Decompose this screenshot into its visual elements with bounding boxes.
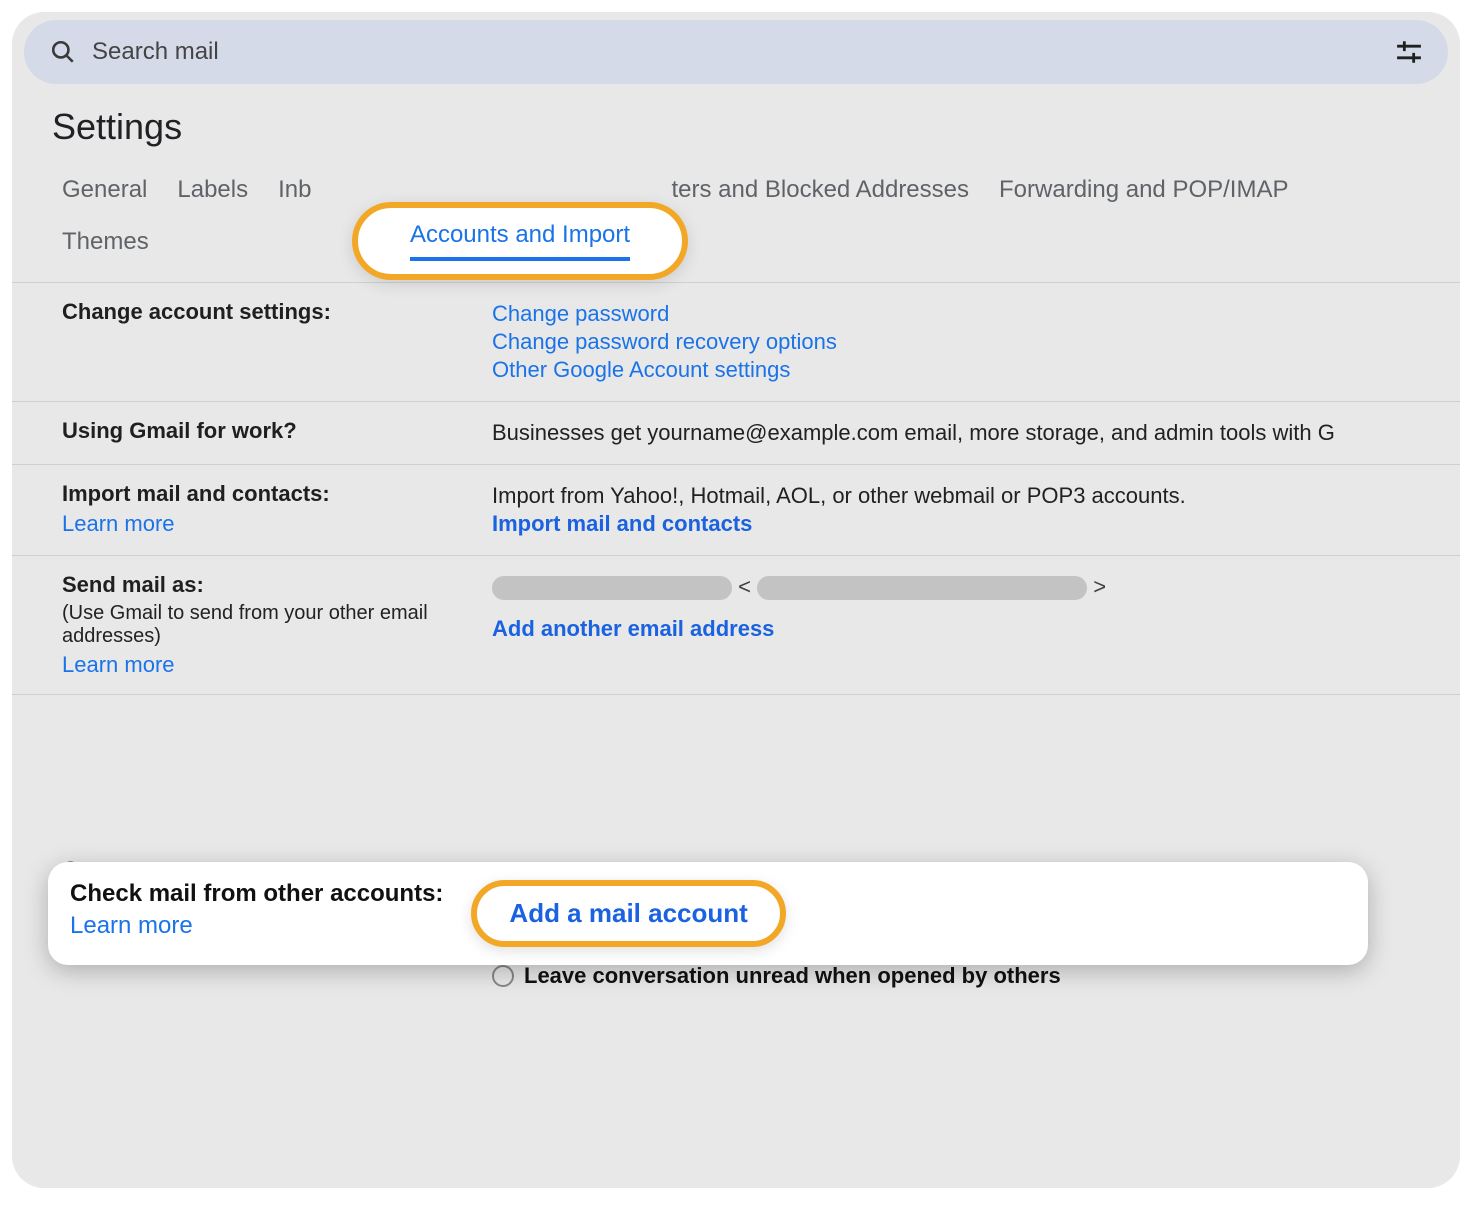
radio-leave-unread-label: Leave conversation unread when opened by…: [524, 963, 1061, 989]
tab-filters-partial[interactable]: ters and Blocked Addresses: [672, 176, 970, 204]
highlight-accounts-import: Accounts and Import: [352, 202, 688, 280]
section-send-as: Send mail as: (Use Gmail to send from yo…: [12, 556, 1460, 695]
tab-accounts-import[interactable]: Accounts and Import: [410, 221, 630, 261]
angle-open: <: [738, 574, 751, 599]
redacted-email: [757, 576, 1087, 600]
using-work-title: Using Gmail for work?: [62, 418, 492, 444]
search-icon: [48, 37, 78, 67]
section-import-mail: Import mail and contacts: Learn more Imp…: [12, 465, 1460, 556]
tab-labels[interactable]: Labels: [177, 176, 248, 204]
send-as-title: Send mail as:: [62, 572, 492, 598]
section-check-mail: Check mail from other accounts: Learn mo…: [48, 862, 1368, 965]
tab-accounts-import-spacer: [342, 176, 642, 204]
redacted-name: [492, 576, 732, 600]
check-mail-title: Check mail from other accounts:: [70, 880, 443, 908]
settings-tabs: General Labels Inb ters and Blocked Addr…: [12, 166, 1460, 283]
link-change-password[interactable]: Change password: [492, 301, 669, 326]
search-input[interactable]: [92, 38, 1394, 66]
link-other-settings[interactable]: Other Google Account settings: [492, 357, 790, 382]
tab-general[interactable]: General: [62, 176, 147, 204]
send-as-learn-more[interactable]: Learn more: [62, 652, 175, 678]
page-title: Settings: [12, 106, 1460, 166]
link-recovery-options[interactable]: Change password recovery options: [492, 329, 837, 354]
tab-themes[interactable]: Themes: [62, 228, 1410, 256]
import-mail-action[interactable]: Import mail and contacts: [492, 511, 752, 536]
angle-close: >: [1093, 574, 1106, 599]
tab-inbox-partial[interactable]: Inb: [278, 176, 311, 204]
radio-leave-unread[interactable]: Leave conversation unread when opened by…: [492, 963, 1410, 989]
section-check-mail-placeholder: [12, 695, 1460, 841]
import-mail-title: Import mail and contacts:: [62, 481, 492, 507]
tab-forwarding[interactable]: Forwarding and POP/IMAP: [999, 176, 1288, 204]
add-mail-account-button[interactable]: Add a mail account: [471, 880, 785, 947]
change-account-title: Change account settings:: [62, 299, 492, 325]
import-mail-learn-more[interactable]: Learn more: [62, 511, 175, 537]
using-work-desc: Businesses get yourname@example.com emai…: [492, 420, 1410, 446]
check-mail-learn-more[interactable]: Learn more: [70, 912, 443, 940]
search-bar[interactable]: [24, 20, 1448, 84]
send-as-sub: (Use Gmail to send from your other email…: [62, 602, 492, 648]
tune-icon[interactable]: [1394, 37, 1424, 67]
radio-unselected-icon: [492, 965, 514, 987]
section-change-account: Change account settings: Change password…: [12, 283, 1460, 402]
import-mail-desc: Import from Yahoo!, Hotmail, AOL, or oth…: [492, 483, 1410, 509]
section-using-work: Using Gmail for work? Businesses get you…: [12, 402, 1460, 465]
send-as-add[interactable]: Add another email address: [492, 616, 774, 641]
send-as-current: < >: [492, 574, 1410, 600]
